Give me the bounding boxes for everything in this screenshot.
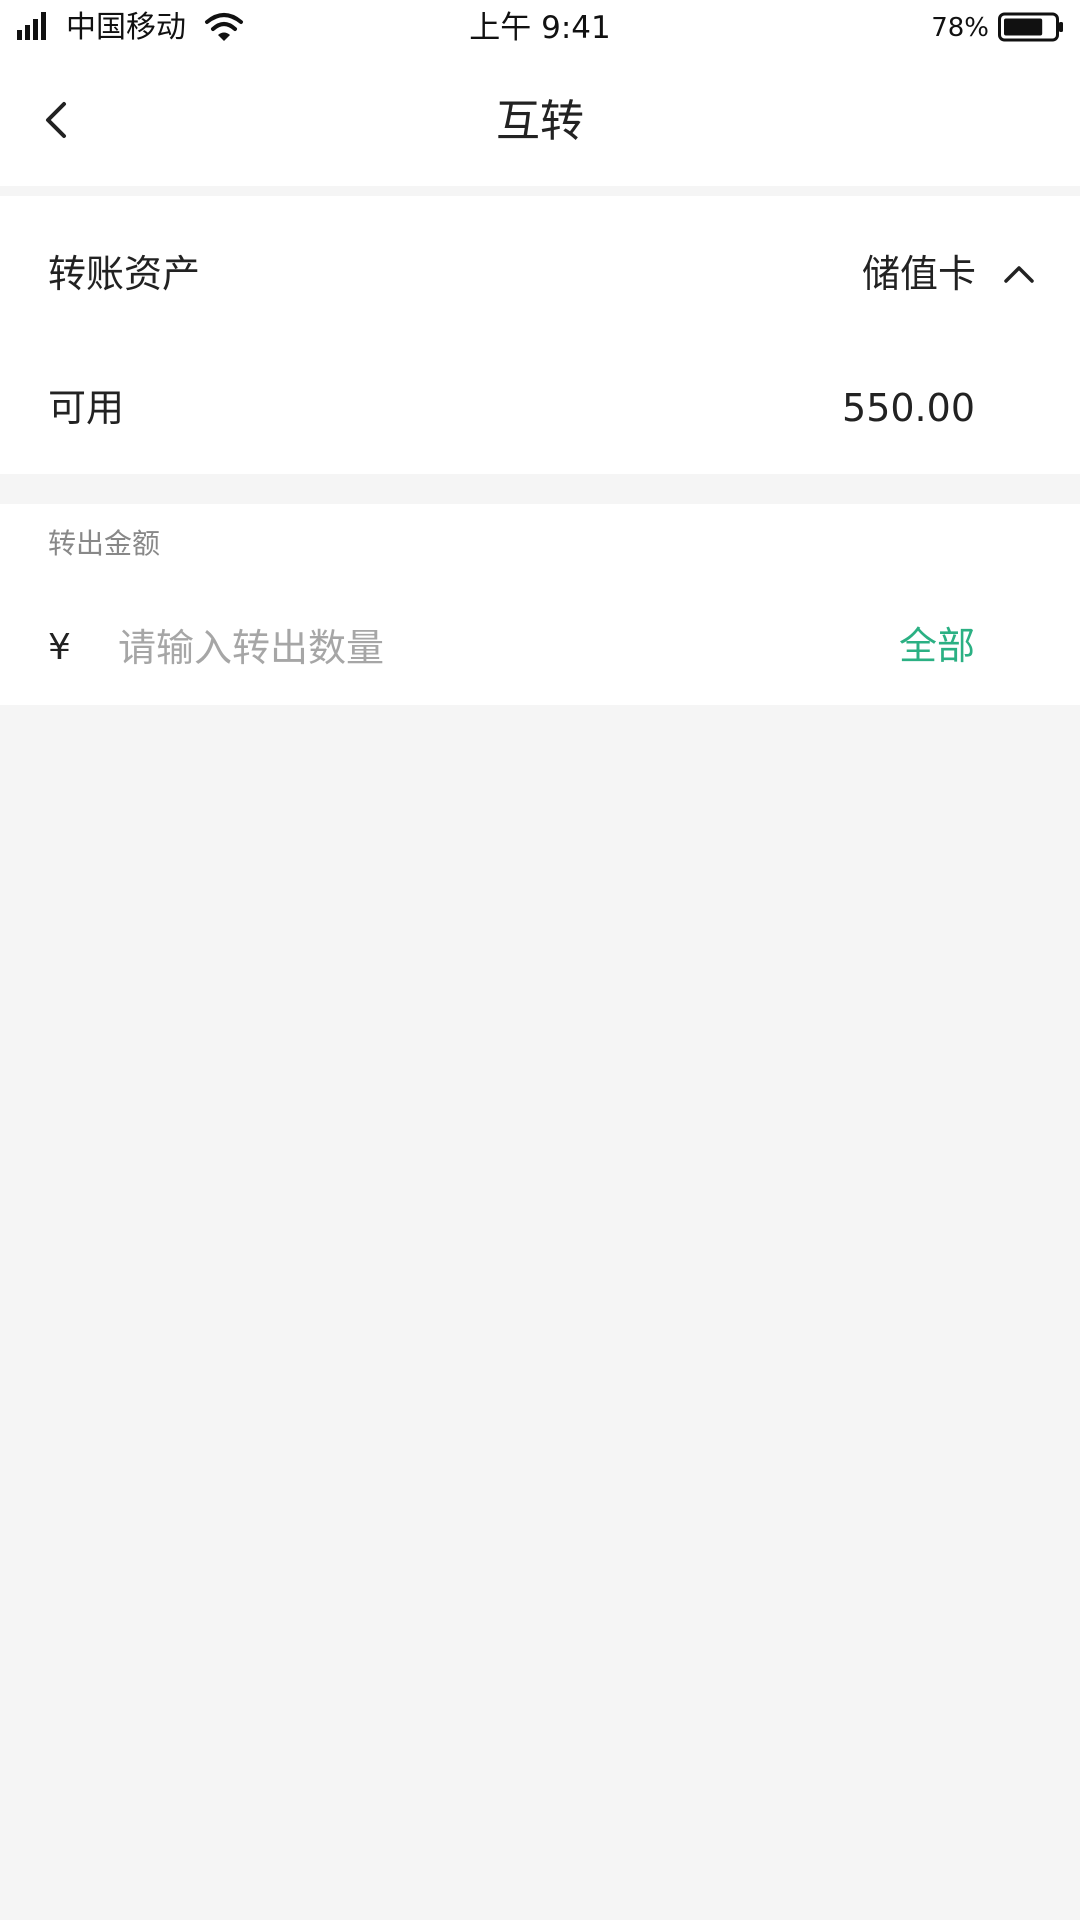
nav-bar: 互转	[0, 56, 1080, 186]
available-label: 可用	[48, 386, 125, 430]
asset-selector[interactable]: 储值卡	[862, 248, 1036, 300]
asset-value: 储值卡	[861, 252, 976, 296]
page-title: 互转	[496, 96, 584, 147]
currency-symbol: ¥	[48, 627, 71, 668]
amount-card: 转出金额 ¥ 全部	[0, 504, 1080, 705]
asset-card: 转账资产 储值卡 可用 550.00	[0, 196, 1080, 474]
available-value: 550.00	[842, 386, 975, 430]
battery-level-fill	[1004, 18, 1043, 36]
status-time: 上午 9:41	[469, 10, 611, 46]
chevron-up-icon	[1004, 266, 1034, 283]
amount-input[interactable]	[118, 618, 758, 678]
battery-percent: 78%	[931, 13, 989, 43]
battery-icon	[998, 12, 1063, 42]
asset-label: 转账资产	[48, 252, 201, 296]
status-bar: 中国移动 上午 9:41 78%	[0, 0, 1080, 56]
all-button[interactable]: 全部	[899, 620, 975, 672]
amount-section-label: 转出金额	[48, 527, 161, 560]
